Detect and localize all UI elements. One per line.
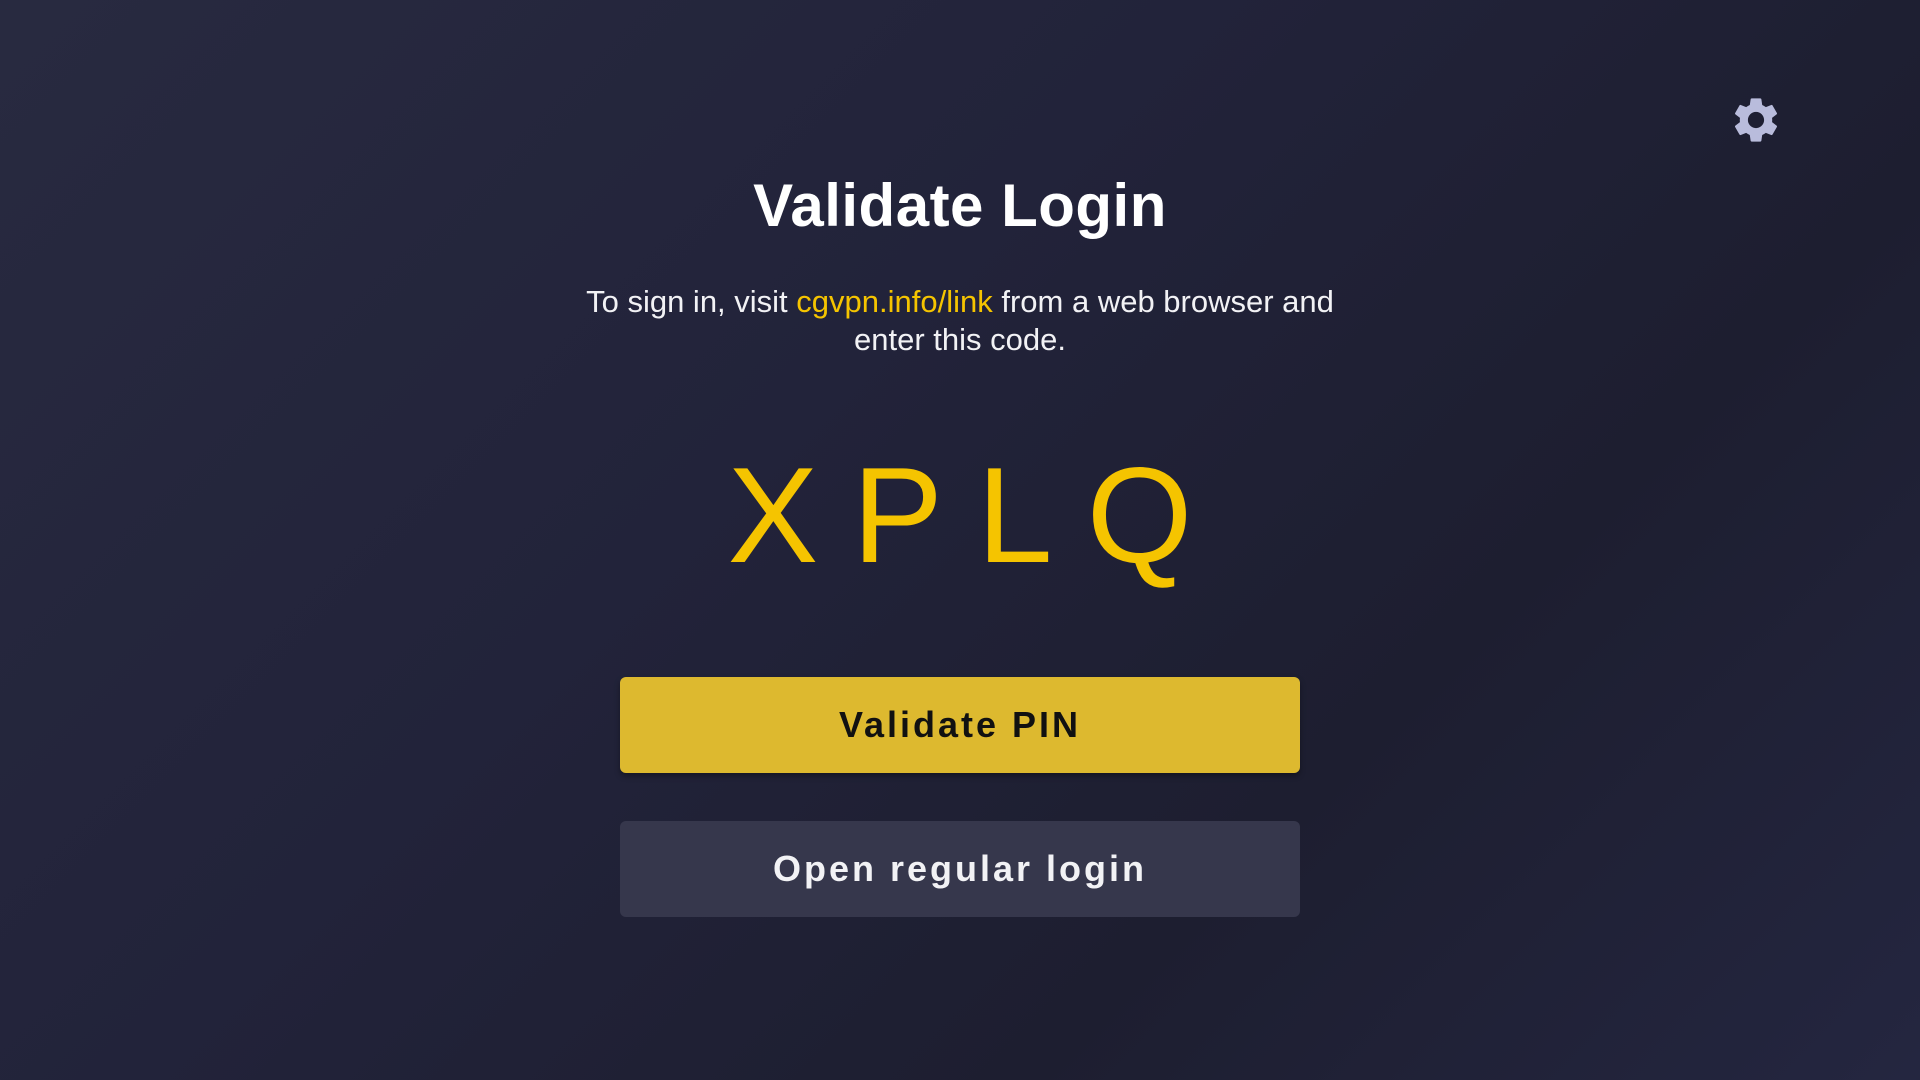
open-regular-login-button[interactable]: Open regular login	[620, 821, 1300, 917]
validate-pin-button[interactable]: Validate PIN	[620, 677, 1300, 773]
page-title: Validate Login	[753, 172, 1167, 239]
gear-icon	[1734, 98, 1778, 142]
activation-link[interactable]: cgvpn.info/link	[796, 284, 992, 319]
instructions-prefix: To sign in, visit	[586, 284, 797, 319]
login-code: XPLQ	[727, 439, 1227, 591]
instructions-text: To sign in, visit cgvpn.info/link from a…	[560, 283, 1360, 359]
settings-button[interactable]	[1729, 93, 1783, 147]
